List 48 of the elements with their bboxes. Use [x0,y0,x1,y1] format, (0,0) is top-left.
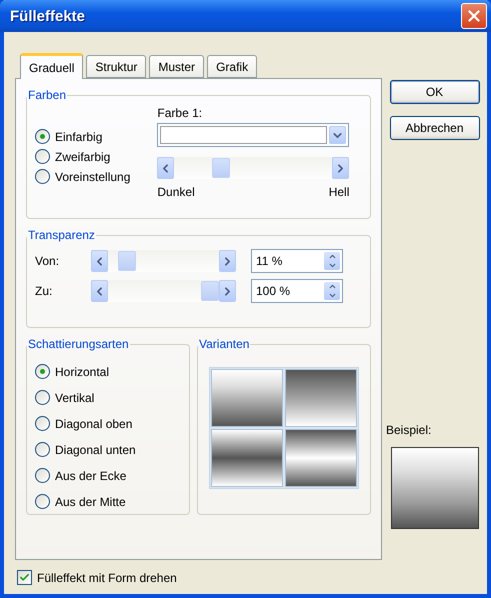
spin-arrows-icon[interactable] [324,282,340,300]
checkmark-icon [19,572,30,583]
tab[interactable]: Grafik [207,55,258,78]
group-title: Transparenz [27,228,96,242]
group-title: Farben [27,88,68,102]
tab[interactable]: Struktur [86,55,146,78]
radio-button[interactable] [35,416,50,431]
group-title: Varianten [198,337,250,351]
spin-field[interactable]: 11 % [251,249,343,273]
checkbox-label[interactable]: Fülleffekt mit Form drehen [37,570,177,584]
group-title: Schattierungsarten [27,337,130,351]
gradient-swatch[interactable] [211,429,283,487]
radio-label[interactable]: Einfarbig [55,130,102,144]
radio-button[interactable] [35,494,50,509]
preview-label: Beispiel: [386,423,432,437]
radio-label[interactable]: Zweifarbig [55,150,110,164]
gradient-swatch[interactable] [285,429,357,487]
field-label: Zu: [35,284,54,298]
radio-label[interactable]: Aus der Mitte [55,494,126,508]
spin-field[interactable]: 100 % [251,279,343,303]
tab[interactable]: Graduell [20,53,84,79]
radio-button[interactable] [35,169,50,184]
radio-label[interactable]: Aus der Ecke [55,468,126,482]
radio-button[interactable] [35,468,50,483]
tab[interactable]: Muster [149,55,204,78]
radio-label[interactable]: Voreinstellung [55,170,130,184]
checkbox[interactable] [17,570,32,585]
radio-label[interactable]: Horizontal [55,364,110,378]
gradient-swatch[interactable] [211,369,283,427]
slider-min-label: Dunkel [157,185,195,199]
slider-max-label: Hell [328,185,350,199]
radio-button[interactable] [35,390,50,405]
spin-arrows-icon[interactable] [324,252,340,270]
radio-button[interactable] [35,149,50,164]
dialog-button[interactable]: OK [390,80,480,104]
radio-button[interactable] [35,129,50,144]
radio-label[interactable]: Diagonal oben [55,416,132,430]
window-title: Fülleffekte [10,8,86,24]
radio-button[interactable] [35,442,50,457]
field-label: Farbe 1: [157,106,204,120]
radio-label[interactable]: Vertikal [55,390,94,404]
radio-button[interactable] [35,364,50,379]
close-button[interactable] [461,3,487,29]
radio-label[interactable]: Diagonal unten [55,442,136,456]
field-label: Von: [35,254,60,268]
dialog-button[interactable]: Abbrechen [390,116,480,140]
gradient-swatch[interactable] [285,369,357,427]
color-dropdown[interactable] [157,123,350,147]
